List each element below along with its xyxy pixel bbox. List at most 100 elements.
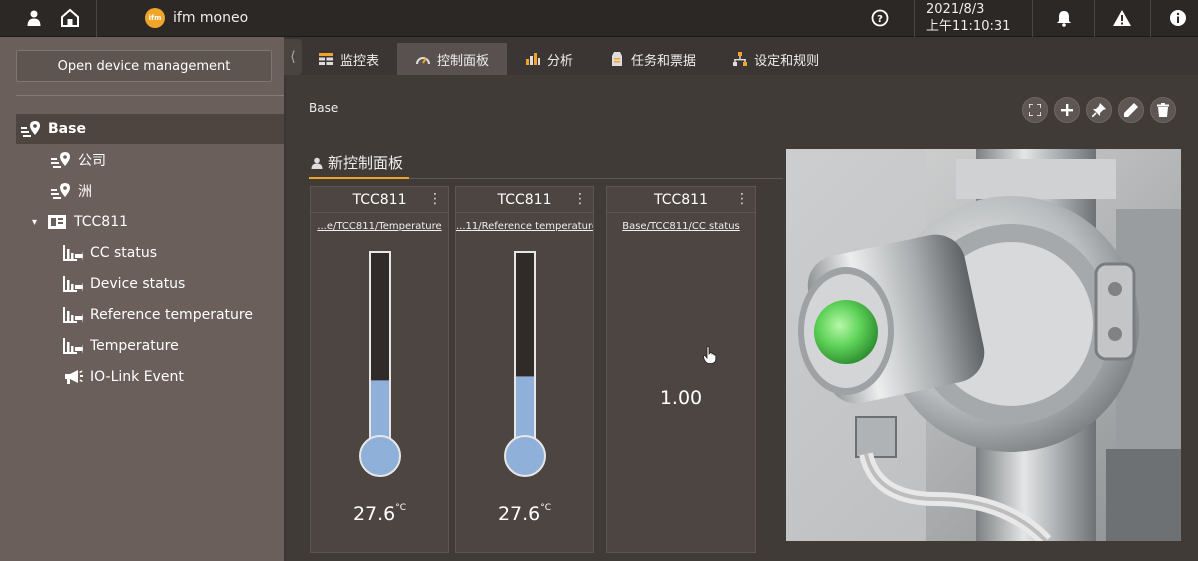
dashboard-title[interactable]: 新控制面板 bbox=[311, 152, 403, 173]
widget-header: TCC811 ⋮ bbox=[607, 187, 755, 213]
active-indicator bbox=[309, 177, 409, 179]
pipe-collar bbox=[956, 159, 1116, 199]
widget-reference-temperature[interactable]: TCC811 ⋮ ...11/Reference temperature 27.… bbox=[455, 186, 594, 553]
tree-item-label: Temperature bbox=[90, 338, 179, 354]
widget-title: TCC811 bbox=[352, 191, 407, 208]
tree-item-tcc811[interactable]: ▾ TCC811 bbox=[32, 207, 128, 237]
widget-temperature[interactable]: TCC811 ⋮ ...e/TCC811/Temperature 27.6°C bbox=[310, 186, 449, 553]
warning-icon[interactable] bbox=[1110, 6, 1134, 30]
app-window: ifm ifm moneo ? 2021/8/3 上午11:10:31 Open… bbox=[0, 0, 1198, 561]
top-bar: ifm ifm moneo ? 2021/8/3 上午11:10:31 bbox=[0, 0, 1198, 37]
widget-value: 27.6°C bbox=[311, 503, 448, 525]
location-tree-icon bbox=[50, 151, 72, 169]
megaphone-icon bbox=[62, 368, 84, 386]
sensor-led bbox=[814, 300, 878, 364]
tree-item-label: 洲 bbox=[78, 184, 92, 200]
gauge-icon bbox=[415, 52, 431, 66]
clamp-bolt-nut bbox=[1108, 282, 1122, 296]
svg-text:?: ? bbox=[877, 14, 883, 25]
rules-icon bbox=[732, 52, 748, 66]
thermometer-neck bbox=[371, 440, 389, 454]
widget-title: TCC811 bbox=[497, 191, 552, 208]
pencil-icon[interactable] bbox=[1118, 97, 1144, 123]
tree-item-label: Base bbox=[48, 121, 86, 137]
divider bbox=[1032, 0, 1033, 37]
tree-item-label: Device status bbox=[90, 276, 186, 292]
open-device-management-button[interactable]: Open device management bbox=[16, 50, 272, 82]
tab-settings-rules[interactable]: 设定和规则 bbox=[714, 43, 837, 75]
tab-label: 监控表 bbox=[340, 53, 380, 69]
user-icon[interactable] bbox=[22, 6, 46, 30]
widget-value-number: 27.6 bbox=[497, 503, 541, 525]
tree-item-device-status[interactable]: Device status bbox=[62, 269, 185, 299]
widget-unit: °C bbox=[395, 503, 407, 513]
widget-source-link[interactable]: ...e/TCC811/Temperature bbox=[311, 221, 448, 232]
plus-icon[interactable] bbox=[1054, 97, 1080, 123]
tree-item-reference-temperature[interactable]: Reference temperature bbox=[62, 300, 253, 330]
tree-item-company[interactable]: 公司 bbox=[50, 145, 106, 175]
tab-tasks-tickets[interactable]: 任务和票据 bbox=[591, 43, 714, 75]
hand-cursor-icon bbox=[703, 346, 717, 364]
tab-analysis[interactable]: 分析 bbox=[507, 43, 591, 75]
tab-label: 控制面板 bbox=[437, 53, 490, 69]
widget-header: TCC811 ⋮ bbox=[311, 187, 448, 213]
tree-item-label: Reference temperature bbox=[90, 307, 253, 323]
tree-item-io-link-event[interactable]: IO-Link Event bbox=[62, 362, 184, 392]
expand-caret-icon[interactable]: ▾ bbox=[32, 217, 46, 228]
tab-dashboard[interactable]: 控制面板 bbox=[397, 43, 508, 75]
date-time: 2021/8/3 上午11:10:31 bbox=[926, 1, 1010, 35]
chart-icon bbox=[62, 337, 84, 355]
connector-nut bbox=[855, 416, 897, 458]
date-text: 2021/8/3 bbox=[926, 2, 985, 17]
ticket-icon bbox=[609, 52, 625, 66]
dashboard-toolbar bbox=[1022, 97, 1176, 123]
brand: ifm ifm moneo bbox=[145, 8, 248, 28]
widget-title: TCC811 bbox=[653, 191, 708, 208]
widget-source-link[interactable]: Base/TCC811/CC status bbox=[607, 221, 755, 232]
tab-label: 分析 bbox=[547, 53, 574, 69]
tree-item-cc-status[interactable]: CC status bbox=[62, 238, 157, 268]
divider bbox=[409, 178, 783, 179]
tab-monitor-table[interactable]: 监控表 bbox=[300, 43, 397, 75]
tab-bar: 监控表 控制面板 分析 任务和票据 设定和规则 bbox=[300, 43, 837, 75]
help-icon[interactable]: ? bbox=[868, 6, 892, 30]
tab-label: 任务和票据 bbox=[631, 53, 697, 69]
divider bbox=[16, 95, 284, 96]
app-name: ifm moneo bbox=[173, 10, 249, 26]
divider bbox=[1150, 0, 1151, 37]
more-vertical-icon[interactable]: ⋮ bbox=[735, 191, 749, 207]
tree-item-continent[interactable]: 洲 bbox=[50, 176, 92, 206]
tree-item-temperature[interactable]: Temperature bbox=[62, 331, 179, 361]
tab-label: 设定和规则 bbox=[754, 53, 820, 69]
pin-icon[interactable] bbox=[1086, 97, 1112, 123]
tree-item-label: 公司 bbox=[78, 153, 106, 169]
widget-cc-status[interactable]: TCC811 ⋮ Base/TCC811/CC status 1.00 bbox=[606, 186, 756, 553]
trash-icon[interactable] bbox=[1150, 97, 1176, 123]
time-text: 上午11:10:31 bbox=[926, 19, 1011, 34]
more-vertical-icon[interactable]: ⋮ bbox=[428, 191, 442, 207]
home-icon[interactable] bbox=[58, 6, 82, 30]
clamp-bolt-nut bbox=[1108, 327, 1122, 341]
location-tree-icon bbox=[20, 120, 42, 138]
widget-value: 1.00 bbox=[659, 387, 703, 409]
user-icon bbox=[311, 157, 323, 169]
breadcrumb[interactable]: Base bbox=[309, 101, 338, 115]
analysis-icon bbox=[525, 52, 541, 66]
lower-fitting bbox=[1106, 449, 1181, 541]
location-tree-icon bbox=[50, 182, 72, 200]
bell-icon[interactable] bbox=[1052, 6, 1076, 30]
table-icon bbox=[318, 52, 334, 66]
dashboard-title-label: 新控制面板 bbox=[328, 154, 404, 172]
widget-unit: °C bbox=[540, 503, 552, 513]
clamp-bolt bbox=[1094, 262, 1136, 361]
divider bbox=[914, 0, 915, 37]
fullscreen-icon[interactable] bbox=[1022, 97, 1048, 123]
thermometer-gauge bbox=[359, 251, 401, 477]
info-icon[interactable] bbox=[1166, 6, 1190, 30]
chart-icon bbox=[62, 306, 84, 324]
tree-item-base[interactable]: Base bbox=[16, 114, 284, 144]
more-vertical-icon[interactable]: ⋮ bbox=[573, 191, 587, 207]
widget-value-number: 27.6 bbox=[352, 503, 396, 525]
widget-source-link[interactable]: ...11/Reference temperature bbox=[456, 221, 593, 232]
device-icon bbox=[46, 213, 68, 231]
